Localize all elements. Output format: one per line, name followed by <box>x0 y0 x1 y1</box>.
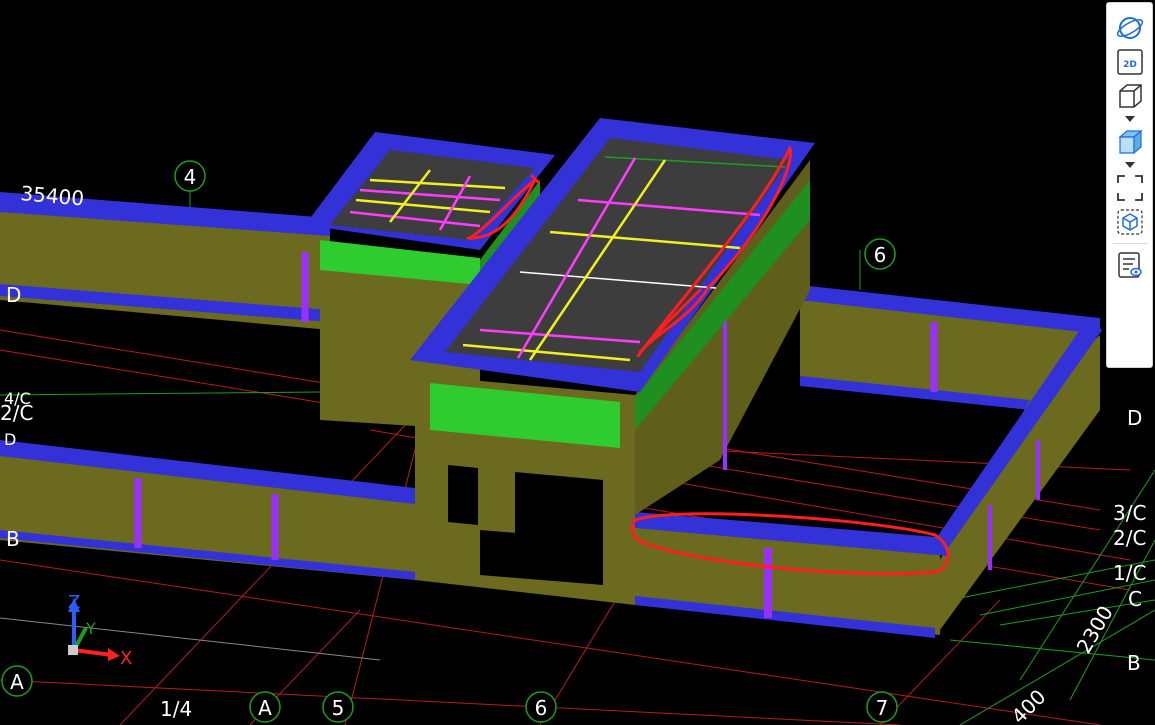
toolbar-separator <box>1112 243 1147 244</box>
chevron-down-icon <box>1124 116 1135 122</box>
shaded-view-dropdown[interactable] <box>1113 159 1147 171</box>
grid-label: 4/C <box>4 389 31 408</box>
grid-bubble[interactable]: 6 <box>525 691 557 723</box>
grid-label: D <box>1127 406 1142 430</box>
svg-text:2D: 2D <box>1123 60 1137 70</box>
grid-label: B <box>6 527 20 551</box>
grid-label: 3/C <box>1113 501 1146 525</box>
grid-label: C <box>1128 587 1142 611</box>
svg-text:7: 7 <box>876 696 889 720</box>
grid-bubble[interactable]: A <box>1 665 33 697</box>
zoom-extents-icon <box>1116 175 1143 201</box>
svg-text:4: 4 <box>184 165 197 189</box>
grid-bubble[interactable]: 5 <box>322 691 354 723</box>
svg-text:6: 6 <box>874 243 887 267</box>
axis-z-label: Z <box>68 592 80 613</box>
svg-text:A: A <box>258 696 272 720</box>
grid-label: 2/C <box>1113 526 1146 550</box>
isolate-view-button[interactable] <box>1113 205 1147 239</box>
orbit-icon <box>1116 17 1143 39</box>
grid-label: D <box>4 430 16 449</box>
grid-label: D <box>6 283 21 307</box>
cube-shaded-icon <box>1117 129 1143 155</box>
chevron-down-icon <box>1124 162 1135 168</box>
view-toolbar: 2D <box>1106 2 1153 368</box>
svg-text:5: 5 <box>332 696 345 720</box>
grid-bubble[interactable]: A <box>249 691 281 723</box>
svg-text:A: A <box>10 670 24 694</box>
svg-text:6: 6 <box>535 696 548 720</box>
shaded-view-button[interactable] <box>1113 125 1147 159</box>
wireframe-view-dropdown[interactable] <box>1113 113 1147 125</box>
model-viewport[interactable]: 4 6 A A 5 6 7 D 2/C 4/C D B D 3/C 2/C 1/… <box>0 0 1155 725</box>
isolate-cube-icon <box>1116 209 1143 235</box>
grid-bubble[interactable]: 4 <box>174 160 206 192</box>
view-properties-icon <box>1117 252 1142 278</box>
grid-label: B <box>1127 651 1141 675</box>
wireframe-view-button[interactable] <box>1113 79 1147 113</box>
zoom-extents-button[interactable] <box>1113 171 1147 205</box>
grid-label: 1/4 <box>160 697 192 721</box>
view-2d-icon: 2D <box>1116 49 1143 75</box>
grid-label: 1/C <box>1113 561 1146 585</box>
grid-bubble[interactable]: 7 <box>866 691 898 723</box>
view-2d-button[interactable]: 2D <box>1113 45 1147 79</box>
cube-wireframe-icon <box>1118 84 1142 108</box>
grid-bubble[interactable]: 6 <box>864 238 896 270</box>
axis-y-label: Y <box>85 619 96 638</box>
orbit-button[interactable] <box>1113 11 1147 45</box>
axis-x-label: X <box>120 648 132 669</box>
view-properties-button[interactable] <box>1113 248 1147 282</box>
